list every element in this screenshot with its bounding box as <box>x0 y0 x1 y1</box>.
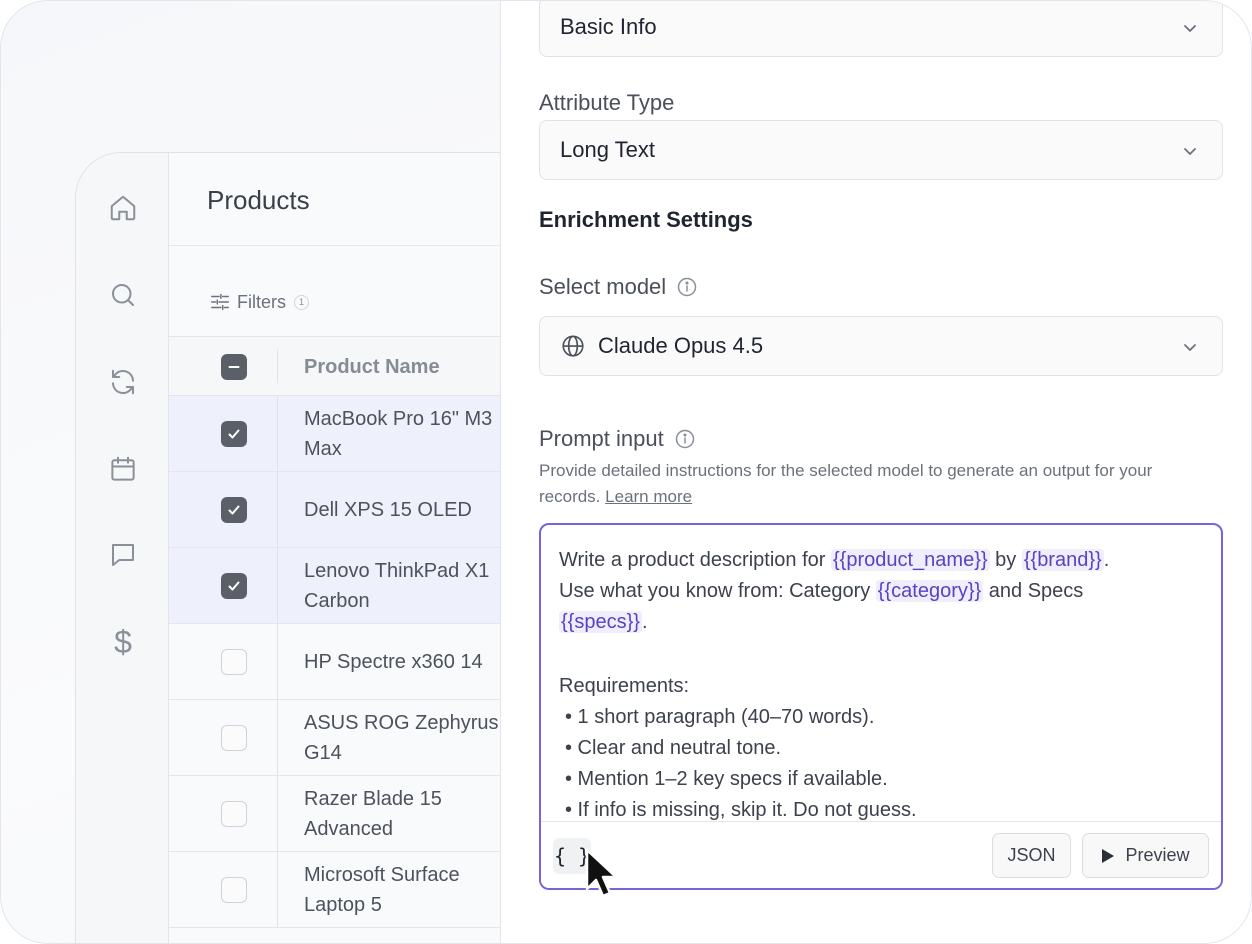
attribute-group-select[interactable]: Basic Info <box>539 1 1223 57</box>
screenshot-frame: $ Products Filters 1 Product Name MacBoo… <box>0 0 1252 944</box>
select-model-label: Select model <box>539 274 698 300</box>
prompt-editor[interactable]: Write a product description for {{produc… <box>539 523 1223 890</box>
chat-icon[interactable] <box>108 540 138 570</box>
attribute-settings-panel: Basic Info Attribute Type Long Text Enri… <box>500 1 1251 943</box>
column-separator <box>277 776 278 851</box>
prompt-line: {{specs}}. <box>559 607 1203 638</box>
product-name-cell: Dell XPS 15 OLED <box>304 498 472 521</box>
filters-button[interactable]: Filters 1 <box>209 291 309 313</box>
product-name-cell: HP Spectre x360 14 <box>304 650 483 673</box>
chevron-down-icon <box>1180 141 1200 161</box>
product-name-cell: Microsoft Surface Laptop 5 <box>304 863 460 916</box>
page-title: Products <box>207 185 310 215</box>
prompt-text: and Specs <box>983 580 1084 602</box>
requirements-heading: Requirements: <box>559 675 690 697</box>
column-separator <box>277 624 278 699</box>
prompt-line: Use what you know from: Category {{categ… <box>559 576 1203 607</box>
prompt-text: . <box>1103 549 1110 571</box>
refresh-icon[interactable] <box>108 367 138 397</box>
variable-chip-product-name[interactable]: {{product_name}} <box>830 549 990 571</box>
column-separator <box>277 396 278 471</box>
attribute-type-label: Attribute Type <box>539 90 674 116</box>
variable-chip-category[interactable]: {{category}} <box>875 580 984 602</box>
preview-button[interactable]: Preview <box>1082 833 1209 878</box>
mouse-pointer-icon <box>583 847 621 901</box>
select-model-label-text: Select model <box>539 274 667 299</box>
globe-icon <box>560 333 586 359</box>
product-name-cell: Razer Blade 15 Advanced <box>304 787 442 840</box>
row-checkbox[interactable] <box>221 801 247 827</box>
attribute-type-select[interactable]: Long Text <box>539 120 1223 180</box>
row-checkbox[interactable] <box>221 421 247 447</box>
preview-button-label: Preview <box>1125 845 1190 865</box>
column-header-product-name[interactable]: Product Name <box>304 356 440 379</box>
model-value: Claude Opus 4.5 <box>598 333 764 358</box>
requirement-item: • 1 short paragraph (40–70 words). <box>565 706 875 728</box>
row-checkbox[interactable] <box>221 649 247 675</box>
prompt-text: . <box>641 611 648 633</box>
learn-more-link[interactable]: Learn more <box>605 487 692 506</box>
column-separator <box>277 852 278 927</box>
prompt-textarea[interactable]: Write a product description for {{produc… <box>541 525 1221 821</box>
dollar-icon[interactable]: $ <box>108 626 138 658</box>
attribute-type-label-text: Attribute Type <box>539 90 675 115</box>
prompt-text: by <box>989 549 1022 571</box>
nav-rail: $ <box>76 153 169 943</box>
prompt-text: Use what you know from: Category <box>559 580 876 602</box>
filters-count-badge: 1 <box>294 294 309 310</box>
sliders-icon <box>211 293 229 311</box>
select-all-checkbox[interactable] <box>221 354 247 380</box>
json-button-label: JSON <box>1007 845 1056 865</box>
search-icon[interactable] <box>108 280 138 310</box>
home-icon[interactable] <box>108 193 138 223</box>
calendar-icon[interactable] <box>108 454 138 484</box>
prompt-editor-toolbar: { } JSON Preview <box>541 821 1221 888</box>
prompt-text: Write a product description for <box>559 549 831 571</box>
requirement-item: • Clear and neutral tone. <box>565 737 782 759</box>
product-name-cell: ASUS ROG Zephyrus G14 <box>304 711 499 764</box>
play-icon <box>1102 848 1115 863</box>
info-icon[interactable] <box>676 276 698 298</box>
chevron-down-icon <box>1180 337 1200 357</box>
requirement-item: • If info is missing, skip it. Do not gu… <box>565 799 917 821</box>
product-name-cell: MacBook Pro 16" M3 Max <box>304 407 493 460</box>
column-separator <box>277 472 278 547</box>
row-checkbox[interactable] <box>221 573 247 599</box>
column-separator <box>277 548 278 623</box>
row-checkbox[interactable] <box>221 725 247 751</box>
prompt-input-label: Prompt input <box>539 426 696 452</box>
row-checkbox[interactable] <box>221 497 247 523</box>
prompt-line: Write a product description for {{produc… <box>559 545 1203 576</box>
requirement-item: • Mention 1–2 key specs if available. <box>565 768 888 790</box>
column-separator <box>277 349 278 383</box>
enrichment-settings-title: Enrichment Settings <box>539 207 753 232</box>
model-select[interactable]: Claude Opus 4.5 <box>539 316 1223 376</box>
chevron-down-icon <box>1180 18 1200 38</box>
column-separator <box>277 700 278 775</box>
variable-chip-specs[interactable]: {{specs}} <box>559 611 642 633</box>
prompt-input-label-text: Prompt input <box>539 426 664 451</box>
product-name-cell: Lenovo ThinkPad X1 Carbon <box>304 559 490 612</box>
info-icon[interactable] <box>674 428 696 450</box>
attribute-type-value: Long Text <box>560 137 656 162</box>
prompt-helper-text: Provide detailed instructions for the se… <box>539 458 1209 510</box>
json-button[interactable]: JSON <box>992 833 1071 878</box>
attribute-group-value: Basic Info <box>560 14 657 39</box>
filters-label: Filters <box>237 291 286 312</box>
variable-chip-brand[interactable]: {{brand}} <box>1021 549 1104 571</box>
row-checkbox[interactable] <box>221 877 247 903</box>
